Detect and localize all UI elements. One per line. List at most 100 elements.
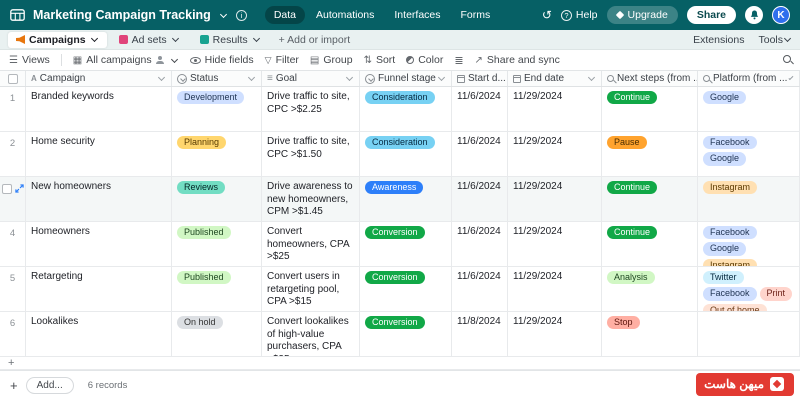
platform-cell[interactable]: Google [698,87,800,131]
info-icon[interactable] [235,9,247,21]
goal-cell[interactable]: Drive awareness to new homeowners, CPM >… [262,177,360,221]
status-cell[interactable]: On hold [172,312,262,356]
end-date-cell[interactable]: 11/29/2024 [508,87,602,131]
funnel-stage-cell[interactable]: Conversion [360,312,452,356]
start-date-cell[interactable]: 11/6/2024 [452,132,508,176]
nav-automations[interactable]: Automations [307,6,383,24]
row-number-cell[interactable]: 6 [0,312,26,356]
tab-ad-sets[interactable]: Ad sets [111,32,188,48]
row-checkbox[interactable] [1,184,12,194]
group-button[interactable]: Group [310,54,352,66]
campaign-cell[interactable]: Home security [26,132,172,176]
funnel-stage-cell[interactable]: Conversion [360,267,452,311]
column-header-platform[interactable]: Platform (from ... [698,71,800,86]
end-date-cell[interactable]: 11/29/2024 [508,177,602,221]
funnel-stage-cell[interactable]: Conversion [360,222,452,266]
share-and-sync-button[interactable]: Share and sync [475,54,560,66]
nav-interfaces[interactable]: Interfaces [385,6,449,24]
nav-forms[interactable]: Forms [452,6,500,24]
platform-cell[interactable] [698,312,800,356]
funnel-stage-cell[interactable]: Consideration [360,87,452,131]
select-all-checkbox[interactable] [7,73,18,84]
platform-cell[interactable]: Facebook Google [698,132,800,176]
goal-cell[interactable]: Drive traffic to site, CPC >$2.25 [262,87,360,131]
end-date-cell[interactable]: 11/29/2024 [508,222,602,266]
search-button[interactable] [783,54,791,66]
end-date-cell[interactable]: 11/29/2024 [508,132,602,176]
share-button[interactable]: Share [686,6,736,24]
end-date-cell[interactable]: 11/29/2024 [508,267,602,311]
status-cell[interactable]: Planning [172,132,262,176]
platform-cell[interactable]: Instagram [698,177,800,221]
next-steps-cell[interactable]: Continue [602,87,698,131]
filter-button[interactable]: Filter [265,54,299,66]
next-steps-cell[interactable]: Continue [602,177,698,221]
status-cell[interactable]: Published [172,267,262,311]
column-header-campaign[interactable]: Campaign [26,71,172,86]
tab-campaigns[interactable]: Campaigns [8,31,107,48]
select-all-cell[interactable] [0,71,26,86]
campaign-name: Homeowners [31,226,90,237]
start-date-cell[interactable]: 11/6/2024 [452,267,508,311]
campaign-cell[interactable]: Lookalikes [26,312,172,356]
goal-cell[interactable]: Convert lookalikes of high-value purchas… [262,312,360,356]
view-switcher[interactable]: All campaigns [73,54,179,66]
row-number-cell[interactable]: 5 [0,267,26,311]
column-header-status[interactable]: Status [172,71,262,86]
row-number-cell[interactable]: 4 [0,222,26,266]
column-header-funnel[interactable]: Funnel stage [360,71,452,86]
row-number-cell[interactable]: 1 [0,87,26,131]
history-icon[interactable] [542,6,552,24]
funnel-stage-cell[interactable]: Consideration [360,132,452,176]
base-title[interactable]: Marketing Campaign Tracking [33,8,211,22]
goal-cell[interactable]: Drive traffic to site, CPC >$1.50 [262,132,360,176]
column-header-start[interactable]: Start d... [452,71,508,86]
chevron-down-icon[interactable] [219,10,227,18]
platform-cell[interactable]: Facebook Google Instagram [698,222,800,266]
tab-results[interactable]: Results [192,32,269,48]
add-row[interactable]: + [0,357,800,370]
column-header-next[interactable]: Next steps (from ... [602,71,698,86]
campaign-cell[interactable]: Retargeting [26,267,172,311]
campaign-cell[interactable]: New homeowners [26,177,172,221]
row-number-cell[interactable] [0,177,26,221]
add-record-button[interactable]: + [10,378,18,393]
add-pill-button[interactable]: Add... [25,377,74,394]
status-cell[interactable]: Development [172,87,262,131]
extensions-button[interactable]: Extensions [693,34,744,46]
start-date-cell[interactable]: 11/8/2024 [452,312,508,356]
color-button[interactable]: Color [406,54,443,66]
column-header-goal[interactable]: Goal [262,71,360,86]
next-steps-cell[interactable]: Continue [602,222,698,266]
campaign-cell[interactable]: Homeowners [26,222,172,266]
campaign-cell[interactable]: Branded keywords [26,87,172,131]
platform-cell[interactable]: Twitter Facebook Print Out of home [698,267,800,311]
nav-data[interactable]: Data [264,6,306,24]
notifications-button[interactable] [745,6,763,24]
upgrade-button[interactable]: Upgrade [606,6,678,24]
funnel-stage-cell[interactable]: Awareness [360,177,452,221]
goal-cell[interactable]: Convert homeowners, CPA >$25 [262,222,360,266]
base-logo-icon[interactable] [10,9,25,21]
column-header-end[interactable]: End date [508,71,602,86]
tools-button[interactable]: Tools [758,34,792,46]
expand-record-icon[interactable] [14,184,24,193]
goal-cell[interactable]: Convert users in retargeting pool, CPA >… [262,267,360,311]
status-cell[interactable]: Reviews [172,177,262,221]
sort-button[interactable]: Sort [364,54,395,66]
views-button[interactable]: Views [9,54,50,66]
start-date-cell[interactable]: 11/6/2024 [452,87,508,131]
status-cell[interactable]: Published [172,222,262,266]
next-steps-cell[interactable]: Pause [602,132,698,176]
row-number-cell[interactable]: 2 [0,132,26,176]
help-button[interactable]: Help [560,9,598,21]
hide-fields-button[interactable]: Hide fields [189,54,254,66]
next-steps-cell[interactable]: Analysis [602,267,698,311]
add-or-import-button[interactable]: + Add or import [279,34,351,46]
next-steps-cell[interactable]: Stop [602,312,698,356]
start-date-cell[interactable]: 11/6/2024 [452,177,508,221]
row-height-button[interactable] [454,54,463,67]
avatar[interactable]: K [772,6,790,24]
start-date-cell[interactable]: 11/6/2024 [452,222,508,266]
end-date-cell[interactable]: 11/29/2024 [508,312,602,356]
